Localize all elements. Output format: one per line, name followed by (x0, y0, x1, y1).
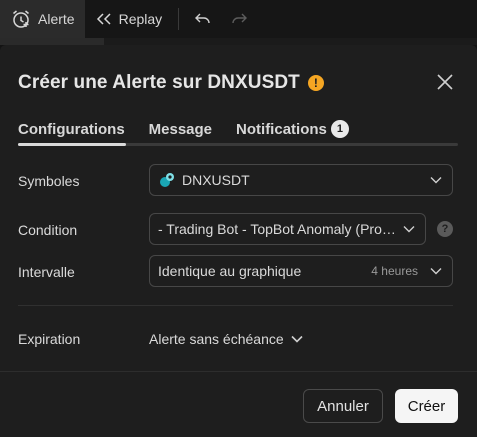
alarm-clock-icon (13, 10, 29, 28)
toolbar-divider (178, 8, 180, 30)
interval-select[interactable]: Identique au graphique 4 heures (149, 255, 453, 287)
replay-label: Replay (118, 11, 163, 27)
top-toolbar: Alerte Replay (0, 0, 477, 39)
cancel-button[interactable]: Annuler (303, 389, 383, 423)
notifications-count-badge: 1 (330, 120, 349, 138)
expiration-label: Expiration (18, 331, 81, 347)
warning-icon[interactable]: ! (307, 75, 324, 91)
dialog-tabs: Configurations Message Notifications 1 (18, 117, 373, 141)
chevron-down-icon (430, 177, 442, 184)
dialog-header: Créer une Alerte sur DNXUSDT ! (18, 71, 459, 95)
chevron-down-icon (403, 226, 415, 233)
symbols-label: Symboles (18, 173, 80, 189)
undo-icon (195, 13, 210, 24)
redo-button[interactable] (221, 0, 257, 38)
chevron-down-icon (291, 335, 303, 343)
tab-configurations[interactable]: Configurations (18, 121, 125, 138)
tab-notifications-label: Notifications (236, 120, 327, 138)
redo-icon (232, 13, 248, 24)
symbol-select[interactable]: DNXUSDT (149, 164, 453, 196)
replay-button[interactable]: Replay (85, 0, 173, 38)
expiration-value: Alerte sans échéance (149, 331, 284, 347)
background-tab (0, 38, 104, 45)
create-alert-dialog: Créer une Alerte sur DNXUSDT ! Configura… (0, 45, 477, 437)
alert-button[interactable]: Alerte (0, 0, 85, 38)
crypto-coin-icon (160, 173, 174, 187)
expiration-dropdown[interactable]: Alerte sans échéance (149, 331, 303, 347)
symbol-value: DNXUSDT (182, 172, 250, 188)
section-divider (18, 305, 453, 306)
tab-indicator-track (18, 143, 458, 146)
active-tab-indicator (18, 143, 126, 146)
interval-label: Intervalle (18, 264, 75, 280)
create-button[interactable]: Créer (395, 389, 458, 423)
condition-select[interactable]: - Trading Bot - TopBot Anomaly (Prof… (149, 213, 426, 245)
condition-value: - Trading Bot - TopBot Anomaly (Prof… (158, 221, 397, 237)
condition-label: Condition (18, 222, 78, 238)
undo-button[interactable] (185, 0, 221, 38)
toolbar-underlay (0, 38, 477, 45)
interval-hint: 4 heures (371, 264, 418, 278)
rewind-icon (96, 13, 111, 25)
close-icon[interactable] (435, 72, 455, 92)
tab-message[interactable]: Message (149, 121, 212, 138)
alert-label: Alerte (38, 11, 75, 27)
dialog-title: Créer une Alerte sur DNXUSDT (18, 72, 300, 93)
help-icon[interactable]: ? (437, 221, 453, 237)
interval-value: Identique au graphique (158, 263, 302, 279)
footer-divider (0, 371, 477, 372)
tab-notifications[interactable]: Notifications 1 (236, 120, 349, 138)
chevron-down-icon (430, 268, 442, 275)
